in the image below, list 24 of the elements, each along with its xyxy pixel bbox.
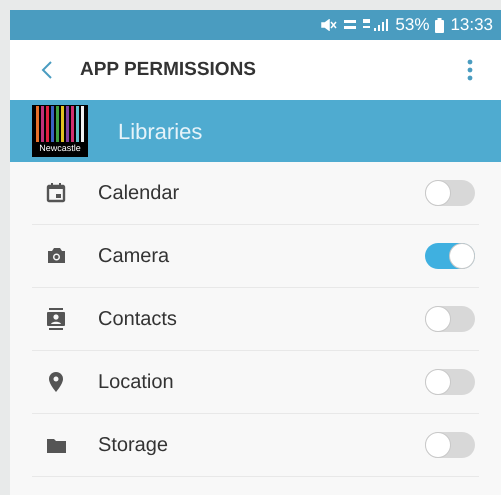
signal-icon — [363, 18, 390, 32]
toggle-switch[interactable] — [425, 432, 475, 458]
toggle-switch[interactable] — [425, 243, 475, 269]
permission-label: Camera — [98, 244, 170, 269]
clock: 13:33 — [450, 14, 493, 36]
battery-icon — [435, 18, 444, 32]
contacts-icon — [46, 308, 68, 330]
toggle-switch[interactable] — [425, 180, 475, 206]
toggle-switch[interactable] — [425, 306, 475, 332]
battery-percent: 53% — [395, 14, 430, 36]
screen-title: APP PERMISSIONS — [80, 58, 256, 82]
permission-label: Location — [98, 370, 174, 395]
permission-label: Contacts — [98, 307, 177, 332]
more-icon — [467, 59, 473, 81]
more-options-button[interactable] — [465, 57, 475, 83]
mute-icon — [321, 19, 338, 31]
toggle-switch[interactable] — [425, 369, 475, 395]
calendar-icon — [46, 182, 68, 204]
app-name: Libraries — [118, 118, 202, 146]
logo-text: Newcastle — [39, 142, 81, 154]
permission-label: Calendar — [98, 181, 180, 206]
back-icon — [41, 60, 53, 80]
permission-label: Storage — [98, 433, 168, 458]
stripes-icon — [35, 106, 85, 142]
